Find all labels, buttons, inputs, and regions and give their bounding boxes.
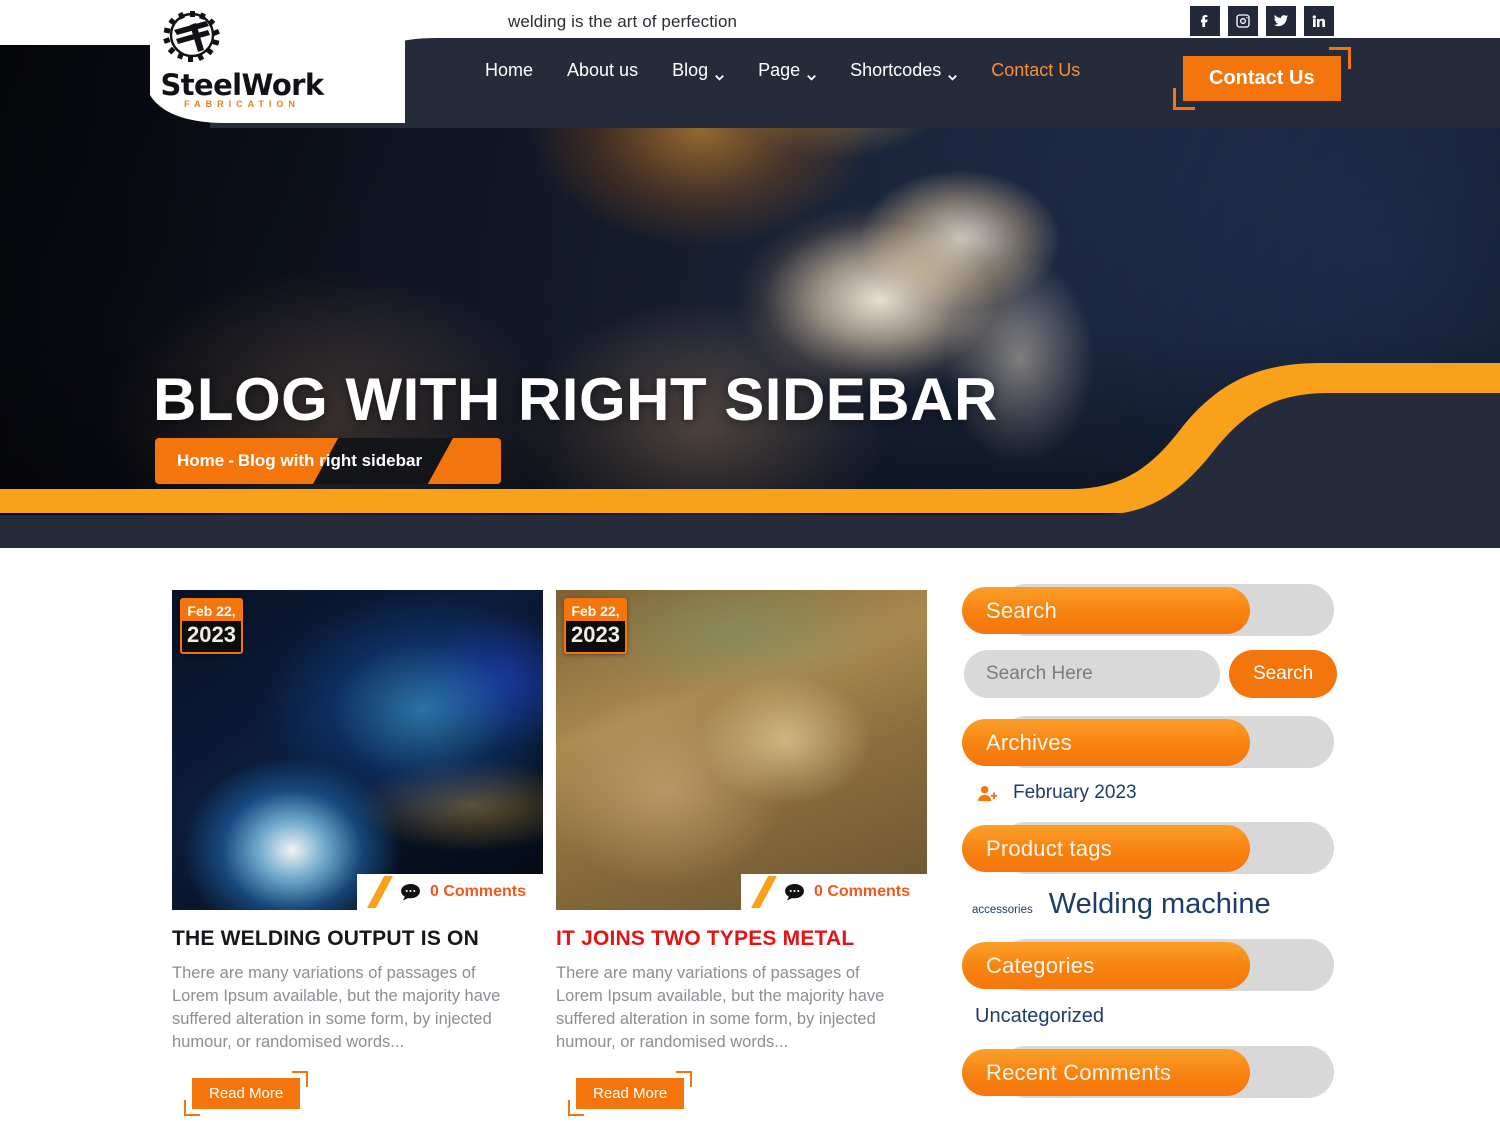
breadcrumb-home-link[interactable]: Home [177, 451, 224, 470]
nav-item-about-us[interactable]: About us [567, 60, 638, 81]
post-date-badge: Feb 22, 2023 [564, 598, 627, 654]
user-plus-icon [978, 785, 997, 801]
nav-label: Blog [672, 60, 709, 80]
chevron-down-icon [715, 66, 724, 81]
breadcrumb-separator: - [228, 451, 234, 470]
facebook-icon[interactable] [1190, 6, 1220, 36]
nav-item-shortcodes[interactable]: Shortcodes [850, 60, 958, 81]
post-comments-count: 0 Comments [429, 883, 526, 900]
widget-header-orange-plate: Recent Comments [962, 1049, 1250, 1096]
post-title[interactable]: THE WELDING OUTPUT IS ON [172, 927, 543, 951]
twitter-icon[interactable] [1266, 6, 1296, 36]
widget-title: Product tags [986, 835, 1112, 861]
nav-label: About us [567, 60, 639, 80]
search-form: Search [962, 650, 1338, 698]
post-title[interactable]: IT JOINS TWO TYPES METAL [556, 927, 927, 951]
post-thumbnail[interactable]: Feb 22, 2023 0 Comments [172, 590, 543, 910]
widget-archives: Archives February 2023 [962, 716, 1334, 804]
search-submit-button[interactable]: Search [1229, 650, 1338, 698]
widget-title: Archives [986, 729, 1072, 755]
archive-link-label: February 2023 [1013, 782, 1137, 803]
blog-post-list: Feb 22, 2023 0 Comments THE WELDING OUTP… [172, 590, 927, 1116]
widget-title: Search [986, 597, 1057, 623]
comment-bubble-icon [401, 883, 420, 900]
widget-header-orange-plate: Categories [962, 942, 1250, 989]
nav-label: Contact Us [991, 60, 1081, 80]
nav-item-blog[interactable]: Blog [672, 60, 724, 81]
nav-item-home[interactable]: Home [485, 60, 533, 81]
read-more-button[interactable]: Read More [576, 1078, 685, 1109]
page-title: BLOG WITH RIGHT SIDEBAR [153, 366, 998, 433]
post-date-month-day: Feb 22, [182, 600, 241, 621]
blog-post-card: Feb 22, 2023 0 Comments IT JOINS TWO TYP… [556, 590, 927, 1116]
widget-title: Categories [986, 952, 1095, 978]
post-date-year: 2023 [182, 621, 241, 652]
page-root: welding is the art of perfection SteelWo… [0, 0, 1500, 1129]
widget-categories: Categories Uncategorized [962, 939, 1334, 1028]
tag-cloud: accessories Welding machine [962, 888, 1334, 921]
widget-product-tags: Product tags accessories Welding machine [962, 822, 1334, 921]
widget-body: February 2023 [962, 768, 1334, 804]
linkedin-icon[interactable] [1304, 6, 1334, 36]
post-comments-count: 0 Comments [813, 883, 910, 900]
post-date-year: 2023 [566, 621, 625, 652]
read-more-button[interactable]: Read More [192, 1078, 301, 1109]
widget-header-orange-plate: Search [962, 587, 1250, 634]
chevron-down-icon [948, 66, 958, 81]
comment-bubble-icon [785, 883, 804, 900]
widget-body: Search [962, 636, 1338, 698]
tag-link[interactable]: accessories [972, 904, 1033, 916]
search-input[interactable] [964, 650, 1220, 698]
post-excerpt: There are many variations of passages of… [556, 964, 885, 1051]
nav-item-contact-us[interactable]: Contact Us [991, 60, 1080, 81]
sidebar: Search Search Archives [962, 584, 1338, 1116]
widget-header-orange-plate: Archives [962, 719, 1250, 766]
widget-recent-comments: Recent Comments [962, 1046, 1334, 1098]
post-date-badge: Feb 22, 2023 [180, 598, 243, 654]
social-links [1190, 6, 1334, 36]
content-area: Feb 22, 2023 0 Comments THE WELDING OUTP… [0, 548, 1500, 1129]
widget-header: Search [962, 584, 1334, 636]
contact-us-cta-wrapper: Contact Us [1173, 47, 1351, 110]
widget-title: Recent Comments [986, 1059, 1172, 1085]
widget-header: Recent Comments [962, 1046, 1334, 1098]
post-comments-badge[interactable]: 0 Comments [356, 874, 543, 910]
nav-links: Home About us Blog Page Shortcodes Conta… [485, 60, 1080, 81]
read-more-wrapper: Read More [568, 1071, 693, 1116]
widget-search: Search Search [962, 584, 1338, 698]
nav-label: Shortcodes [850, 60, 942, 80]
instagram-icon[interactable] [1228, 6, 1258, 36]
widget-body: accessories Welding machine [962, 874, 1334, 921]
category-link[interactable]: Uncategorized [962, 1005, 1334, 1028]
post-date-month-day: Feb 22, [566, 600, 625, 621]
blog-post-card: Feb 22, 2023 0 Comments THE WELDING OUTP… [172, 590, 543, 1116]
post-comments-badge[interactable]: 0 Comments [740, 874, 927, 910]
post-excerpt: There are many variations of passages of… [172, 964, 501, 1051]
widget-header: Categories [962, 939, 1334, 991]
nav-label: Home [485, 60, 534, 80]
breadcrumb: Home - Blog with right sidebar [155, 438, 501, 484]
nav-item-page[interactable]: Page [758, 60, 817, 81]
nav-label: Page [758, 60, 801, 80]
widget-header: Product tags [962, 822, 1334, 874]
widget-body: Uncategorized [962, 991, 1334, 1028]
widget-header: Archives [962, 716, 1334, 768]
breadcrumb-current: Blog with right sidebar [237, 451, 423, 470]
read-more-wrapper: Read More [184, 1071, 309, 1116]
contact-us-button[interactable]: Contact Us [1183, 56, 1341, 101]
post-thumbnail[interactable]: Feb 22, 2023 0 Comments [556, 590, 927, 910]
tagline-text: welding is the art of perfection [508, 12, 738, 31]
archive-list-item[interactable]: February 2023 [962, 782, 1334, 804]
chevron-down-icon [807, 66, 817, 81]
widget-header-orange-plate: Product tags [962, 825, 1250, 872]
tag-link[interactable]: Welding machine [1049, 888, 1271, 921]
